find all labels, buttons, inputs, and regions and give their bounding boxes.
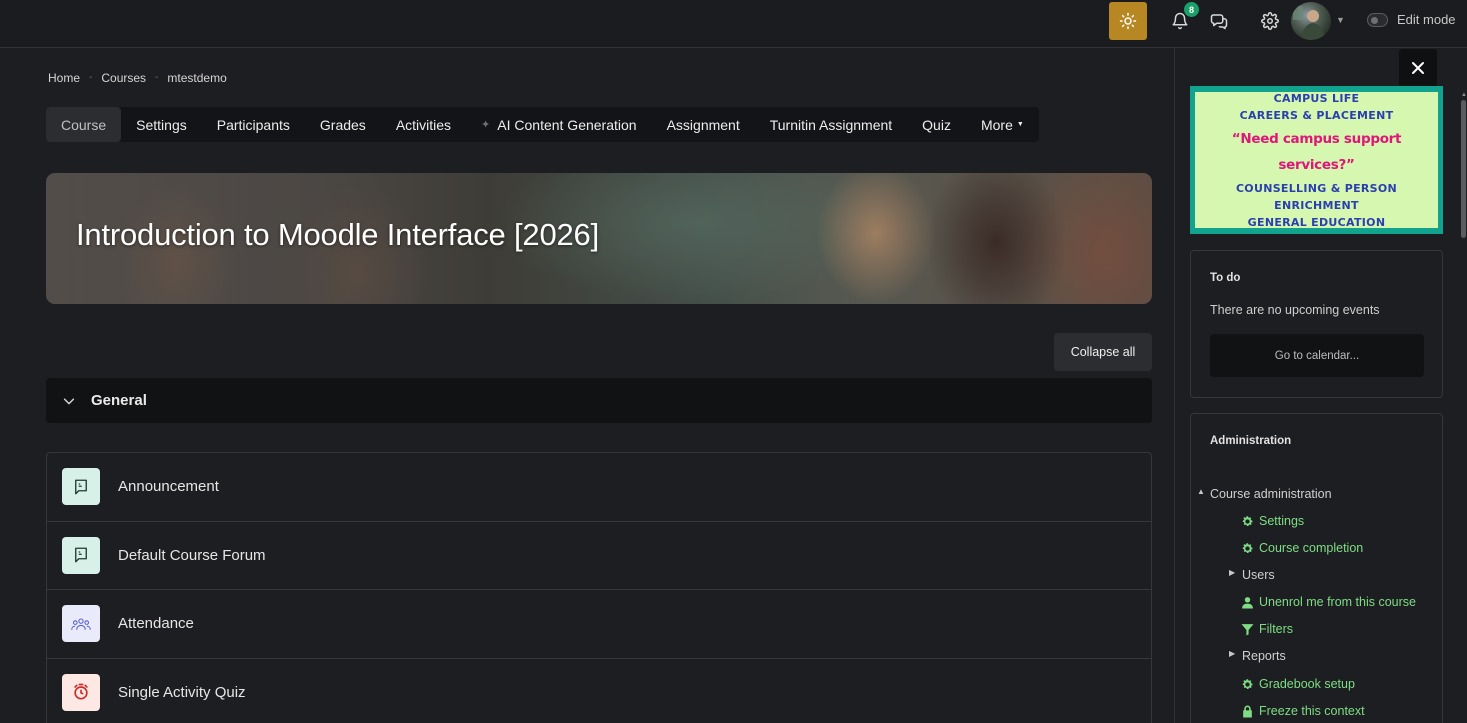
breadcrumb-separator: -: [155, 72, 159, 83]
section-general-header[interactable]: General: [46, 378, 1152, 423]
todo-block: To do There are no upcoming events Go to…: [1190, 250, 1443, 398]
tab-participants[interactable]: Participants: [202, 107, 305, 142]
user-avatar[interactable]: [1291, 2, 1331, 40]
theme-toggle-button[interactable]: [1109, 2, 1147, 40]
expanded-triangle-icon[interactable]: ▲: [1197, 487, 1205, 496]
chevron-down-icon[interactable]: [62, 394, 76, 408]
tab-grades[interactable]: Grades: [305, 107, 381, 142]
gradebook-setup-link[interactable]: Gradebook setup: [1240, 677, 1355, 691]
caret-down-icon: ▼: [1016, 121, 1024, 128]
close-icon: [1412, 62, 1424, 74]
collapsed-triangle-icon[interactable]: ▶: [1229, 568, 1235, 577]
lock-icon: [1240, 704, 1254, 718]
course-secondary-nav: Course Settings Participants Grades Acti…: [46, 107, 1039, 142]
edit-mode-label: Edit mode: [1397, 12, 1456, 27]
collapsed-triangle-icon[interactable]: ▶: [1229, 649, 1235, 658]
forum-icon: [62, 536, 100, 574]
top-navbar: 8 ▼ Edit mode: [0, 0, 1467, 48]
tab-assignment[interactable]: Assignment: [652, 107, 755, 142]
unenrol-label: Unenrol me from this course: [1259, 595, 1417, 609]
activity-name[interactable]: Default Course Forum: [118, 547, 266, 564]
activity-single-activity-quiz[interactable]: Single Activity Quiz: [47, 659, 1151, 723]
banner-quote: “Need campus support services?”: [1231, 130, 1402, 173]
edit-mode-toggle[interactable]: [1367, 13, 1388, 27]
administration-block-title: Administration: [1210, 435, 1292, 447]
sun-icon: [1119, 12, 1137, 30]
filters-link[interactable]: Filters: [1240, 622, 1293, 636]
notification-count-badge: 8: [1184, 2, 1199, 17]
drawer-scrollbar[interactable]: ▲: [1460, 92, 1467, 723]
course-administration-node[interactable]: Course administration: [1210, 487, 1332, 501]
reports-node[interactable]: Reports: [1242, 649, 1286, 663]
admin-settings-label: Settings: [1259, 514, 1305, 528]
tab-more-label: More: [980, 116, 1013, 133]
tab-turnitin-assignment[interactable]: Turnitin Assignment: [755, 107, 907, 142]
activity-list: Announcement Default Course Forum Attend…: [46, 452, 1152, 723]
activity-default-course-forum[interactable]: Default Course Forum: [47, 522, 1151, 590]
banner-line-counselling: COUNSELLING & PERSON ENRICHMENT: [1235, 181, 1398, 212]
filter-icon: [1240, 622, 1254, 636]
sparkle-icon: ✦: [481, 119, 491, 131]
avatar-image: [1293, 6, 1325, 40]
quiz-icon: [62, 673, 100, 711]
course-completion-link[interactable]: Course completion: [1240, 541, 1363, 555]
tab-ai-content-generation-label: AI Content Generation: [497, 116, 637, 133]
users-node[interactable]: Users: [1242, 568, 1275, 582]
user-menu-caret-icon[interactable]: ▼: [1336, 15, 1345, 25]
tab-settings[interactable]: Settings: [121, 107, 202, 142]
banner-line-general-education: GENERAL EDUCATION: [1247, 215, 1386, 229]
activity-name[interactable]: Announcement: [118, 478, 219, 495]
attendance-icon: [62, 605, 100, 643]
freeze-context-link[interactable]: Freeze this context: [1240, 704, 1365, 718]
messages-button[interactable]: [1208, 10, 1230, 32]
gear-icon: [1240, 677, 1254, 691]
course-title: Introduction to Moodle Interface [2026]: [76, 217, 599, 252]
tab-more[interactable]: More ▼: [966, 107, 1039, 142]
breadcrumb: Home - Courses - mtestdemo: [48, 71, 227, 85]
chat-bubbles-icon: [1210, 14, 1228, 30]
tab-course[interactable]: Course: [46, 107, 122, 142]
gradebook-setup-label: Gradebook setup: [1259, 677, 1355, 691]
breadcrumb-home[interactable]: Home: [48, 71, 80, 85]
banner-content: CAMPUS LIFE CAREERS & PLACEMENT “Need ca…: [1195, 91, 1438, 229]
banner-line-careers: CAREERS & PLACEMENT: [1239, 108, 1394, 122]
activity-announcement[interactable]: Announcement: [47, 453, 1151, 522]
unenrol-link[interactable]: Unenrol me from this course: [1240, 595, 1416, 609]
gear-icon: [1240, 541, 1254, 555]
banner-line-campus-life: CAMPUS LIFE: [1273, 91, 1360, 105]
campus-support-banner[interactable]: CAMPUS LIFE CAREERS & PLACEMENT “Need ca…: [1190, 86, 1443, 234]
activity-attendance[interactable]: Attendance: [47, 590, 1151, 659]
activity-name[interactable]: Single Activity Quiz: [118, 684, 246, 701]
gear-icon: [1261, 12, 1279, 30]
go-to-calendar-button[interactable]: Go to calendar...: [1210, 334, 1424, 377]
freeze-context-label: Freeze this context: [1259, 704, 1365, 718]
close-drawer-button[interactable]: [1399, 49, 1437, 87]
section-title: General: [91, 392, 147, 409]
collapse-all-button[interactable]: Collapse all: [1054, 333, 1152, 371]
tab-ai-content-generation[interactable]: ✦ AI Content Generation: [466, 107, 652, 142]
tab-activities[interactable]: Activities: [381, 107, 466, 142]
scroll-up-arrow-icon[interactable]: ▲: [1461, 92, 1467, 98]
todo-empty-text: There are no upcoming events: [1210, 303, 1380, 317]
breadcrumb-separator: -: [89, 72, 93, 83]
scrollbar-thumb[interactable]: [1461, 100, 1466, 238]
tab-quiz[interactable]: Quiz: [907, 107, 966, 142]
todo-block-title: To do: [1210, 272, 1241, 284]
forum-icon: [62, 468, 100, 506]
filters-label: Filters: [1259, 622, 1294, 636]
course-header-banner: Introduction to Moodle Interface [2026]: [46, 173, 1152, 304]
breadcrumb-course[interactable]: mtestdemo: [167, 71, 226, 85]
gear-icon: [1240, 514, 1254, 528]
user-icon: [1240, 595, 1254, 609]
breadcrumb-courses[interactable]: Courses: [101, 71, 146, 85]
activity-name[interactable]: Attendance: [118, 615, 194, 632]
admin-settings-link[interactable]: Settings: [1240, 514, 1304, 528]
course-completion-label: Course completion: [1259, 541, 1364, 555]
settings-button[interactable]: [1259, 10, 1281, 32]
